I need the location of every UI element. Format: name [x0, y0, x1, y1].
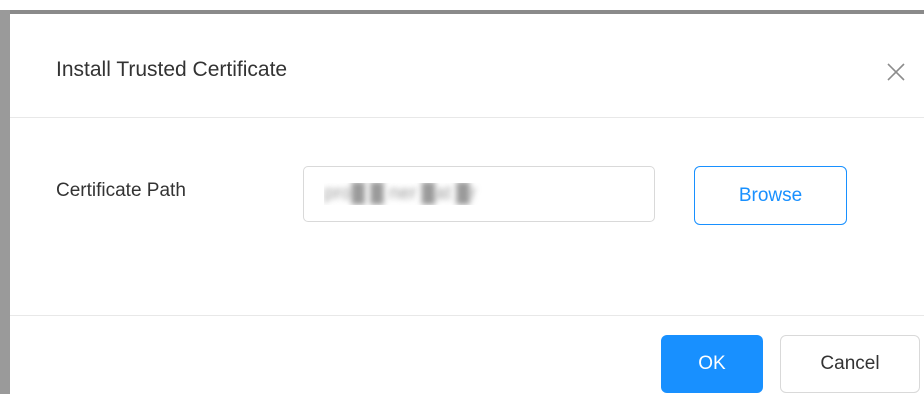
cancel-button[interactable]: Cancel: [780, 335, 920, 393]
window-frame-left-edge: [0, 10, 10, 394]
install-certificate-dialog: Install Trusted Certificate Certificate …: [10, 14, 924, 394]
dialog-header: Install Trusted Certificate: [10, 14, 924, 118]
certificate-path-label: Certificate Path: [56, 180, 186, 201]
dialog-body: Certificate Path Browse: [10, 118, 924, 315]
browse-button[interactable]: Browse: [694, 166, 847, 225]
certificate-path-input[interactable]: [303, 166, 655, 222]
dialog-title: Install Trusted Certificate: [56, 58, 288, 81]
close-icon[interactable]: [884, 60, 908, 84]
dialog-footer: OK Cancel: [10, 315, 924, 394]
ok-button[interactable]: OK: [661, 335, 763, 393]
